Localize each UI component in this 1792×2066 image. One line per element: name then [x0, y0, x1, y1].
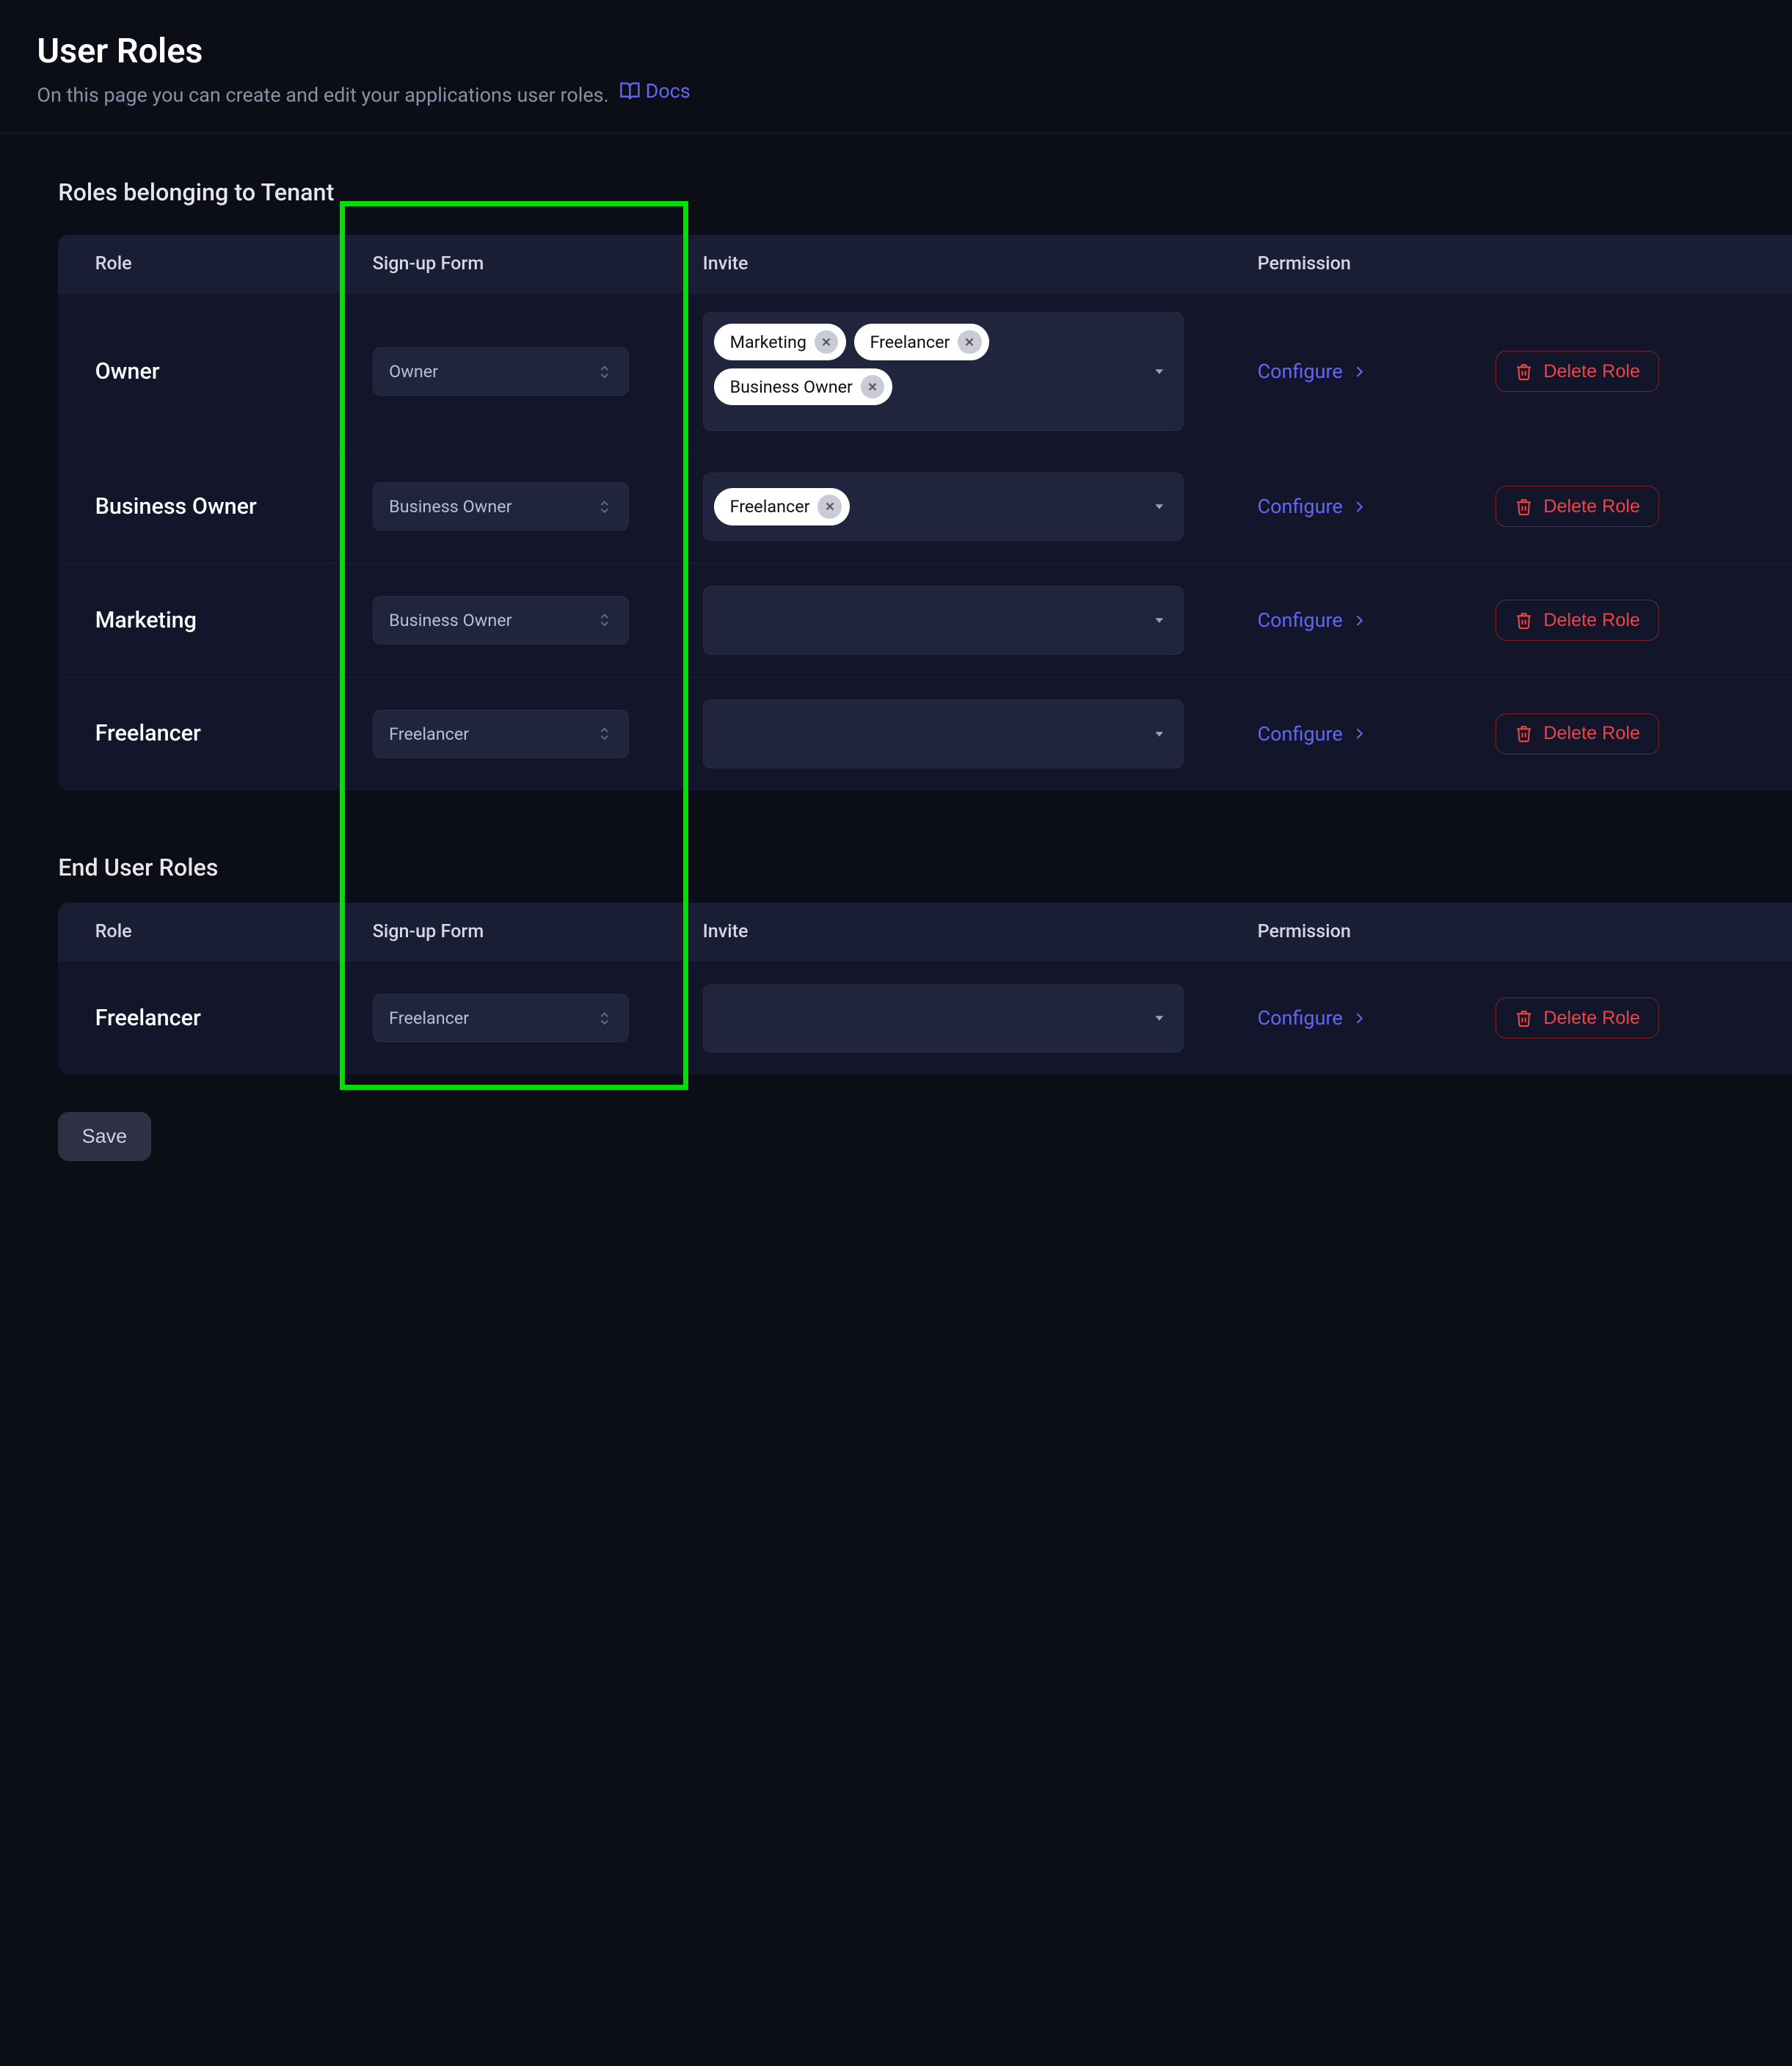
- chevron-right-icon: [1350, 1009, 1369, 1027]
- table-row: Freelancer Freelancer Configure Delete Role: [58, 677, 1792, 790]
- role-name: Freelancer: [95, 1005, 201, 1031]
- save-button[interactable]: Save: [58, 1112, 150, 1161]
- col-role: Role: [58, 903, 335, 961]
- invite-multiselect[interactable]: [703, 699, 1184, 768]
- col-permission: Permission: [1220, 903, 1458, 961]
- table-row: Freelancer Freelancer Configure Delete Role: [58, 961, 1792, 1074]
- caret-down-icon: [1151, 612, 1168, 628]
- invite-tag: Freelancer: [714, 488, 850, 525]
- role-name: Freelancer: [95, 721, 201, 746]
- chevron-right-icon: [1350, 498, 1369, 516]
- updown-icon: [597, 499, 613, 515]
- role-name: Owner: [95, 359, 160, 385]
- caret-down-icon: [1151, 499, 1168, 515]
- page-title: User Roles: [37, 32, 690, 71]
- delete-role-button[interactable]: Delete Role: [1496, 486, 1660, 527]
- updown-icon: [597, 612, 613, 628]
- role-name: Business Owner: [95, 494, 257, 520]
- invite-tag: Marketing: [714, 324, 846, 360]
- trash-icon: [1515, 611, 1533, 630]
- updown-icon: [597, 1011, 613, 1027]
- book-icon: [619, 81, 641, 102]
- page-subtitle: On this page you can create and edit you…: [37, 79, 690, 106]
- col-permission: Permission: [1220, 235, 1458, 293]
- col-signup: Sign-up Form: [335, 235, 666, 293]
- trash-icon: [1515, 498, 1533, 516]
- chevron-right-icon: [1350, 724, 1369, 743]
- section-title-tenant: Roles belonging to Tenant: [58, 178, 334, 206]
- configure-link[interactable]: Configure: [1258, 1006, 1369, 1030]
- invite-tag: Business Owner: [714, 368, 892, 405]
- signup-select[interactable]: Freelancer: [373, 994, 629, 1042]
- delete-role-button[interactable]: Delete Role: [1496, 600, 1660, 641]
- invite-multiselect[interactable]: [703, 586, 1184, 655]
- signup-select[interactable]: Freelancer: [373, 710, 629, 758]
- delete-role-button[interactable]: Delete Role: [1496, 997, 1660, 1039]
- updown-icon: [597, 726, 613, 742]
- role-name: Marketing: [95, 608, 197, 633]
- docs-link[interactable]: Docs: [619, 79, 691, 103]
- col-invite: Invite: [666, 235, 1220, 293]
- caret-down-icon: [1151, 1011, 1168, 1027]
- delete-role-button[interactable]: Delete Role: [1496, 351, 1660, 392]
- configure-link[interactable]: Configure: [1258, 722, 1369, 746]
- caret-down-icon: [1151, 726, 1168, 742]
- delete-role-button[interactable]: Delete Role: [1496, 713, 1660, 754]
- table-row: Marketing Business Owner Configure Delete R…: [58, 563, 1792, 677]
- trash-icon: [1515, 1009, 1533, 1027]
- remove-tag-icon[interactable]: [958, 330, 981, 354]
- remove-tag-icon[interactable]: [817, 495, 841, 518]
- invite-multiselect[interactable]: Freelancer: [703, 473, 1184, 542]
- signup-select[interactable]: Business Owner: [373, 482, 629, 531]
- remove-tag-icon[interactable]: [861, 375, 884, 399]
- caret-down-icon: [1151, 364, 1168, 380]
- section-title-enduser: End User Roles: [58, 854, 218, 881]
- col-role: Role: [58, 235, 335, 293]
- invite-multiselect[interactable]: [703, 984, 1184, 1053]
- updown-icon: [597, 364, 613, 380]
- col-signup: Sign-up Form: [335, 903, 666, 961]
- configure-link[interactable]: Configure: [1258, 608, 1369, 632]
- invite-tag: Freelancer: [854, 324, 990, 360]
- remove-tag-icon[interactable]: [815, 330, 838, 354]
- invite-multiselect[interactable]: MarketingFreelancer Business Owner: [703, 312, 1184, 431]
- trash-icon: [1515, 363, 1533, 381]
- col-invite: Invite: [666, 903, 1220, 961]
- signup-select[interactable]: Owner: [373, 347, 629, 396]
- signup-select[interactable]: Business Owner: [373, 596, 629, 644]
- configure-link[interactable]: Configure: [1258, 495, 1369, 518]
- table-row: Owner Owner MarketingFreelancer Business Ow…: [58, 293, 1792, 449]
- chevron-right-icon: [1350, 363, 1369, 381]
- chevron-right-icon: [1350, 611, 1369, 630]
- configure-link[interactable]: Configure: [1258, 360, 1369, 383]
- table-row: Business Owner Business Owner Freelancer Co…: [58, 450, 1792, 564]
- trash-icon: [1515, 724, 1533, 743]
